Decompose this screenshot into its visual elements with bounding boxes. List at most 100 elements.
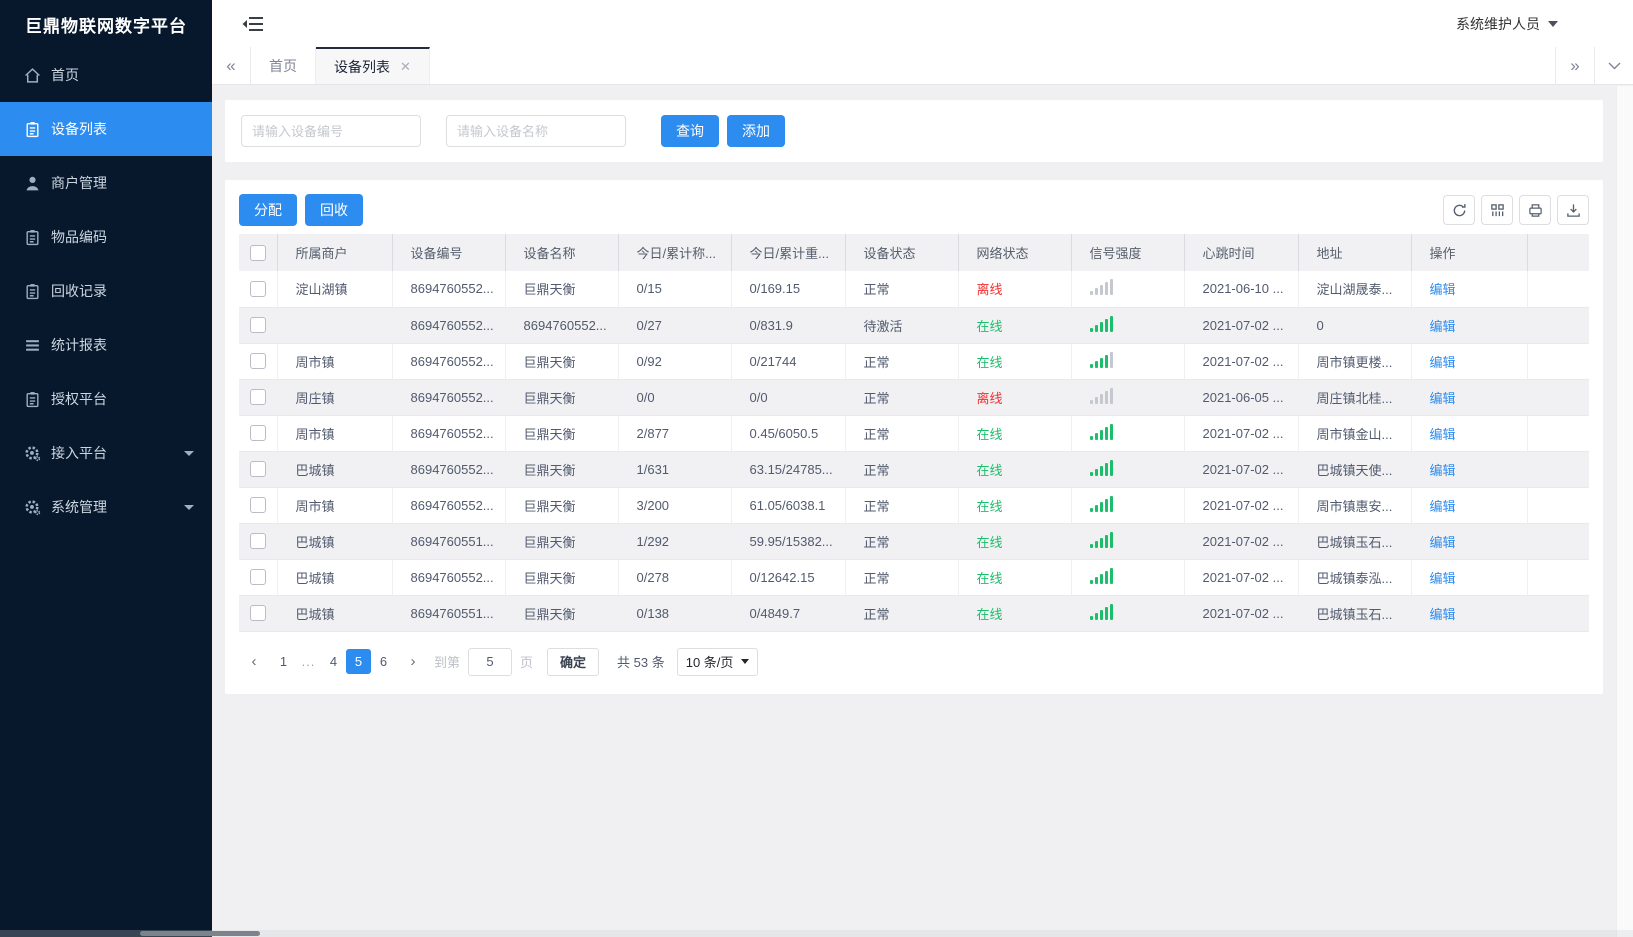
cell-device-number: 8694760552... [392, 559, 506, 596]
edit-link[interactable]: 编辑 [1430, 463, 1456, 478]
chevron-down-icon [184, 504, 194, 510]
row-filler [1527, 379, 1589, 416]
edit-link[interactable]: 编辑 [1430, 319, 1456, 334]
table-actions-row: 分配 回收 [239, 194, 1589, 226]
edit-link[interactable]: 编辑 [1430, 535, 1456, 550]
row-checkbox[interactable] [249, 461, 266, 478]
next-page-button[interactable]: › [400, 649, 426, 675]
recycle-button[interactable]: 回收 [305, 194, 363, 226]
edit-link[interactable]: 编辑 [1430, 355, 1456, 370]
signal-strength-indicator [1089, 423, 1113, 440]
edit-link[interactable]: 编辑 [1430, 499, 1456, 514]
cell-device-status: 正常 [845, 523, 959, 560]
query-button[interactable]: 查询 [661, 115, 719, 147]
table-row: 巴城镇 8694760552... 巨鼎天衡 1/631 63.15/24785… [239, 451, 1589, 488]
signal-strength-indicator [1089, 315, 1113, 332]
select-all-checkbox[interactable] [249, 244, 266, 261]
goto-page-input[interactable] [468, 647, 513, 676]
row-checkbox[interactable] [249, 569, 266, 586]
edit-link[interactable]: 编辑 [1430, 282, 1456, 297]
prev-page-button[interactable]: ‹ [241, 649, 267, 675]
vertical-scrollbar[interactable] [1616, 86, 1633, 937]
device-name-input[interactable] [446, 115, 626, 147]
cell-today-weight: 0/12642.15 [731, 559, 846, 596]
tab-home[interactable]: 首页 [251, 47, 316, 84]
page-ellipsis[interactable]: ... [296, 649, 321, 674]
sidebar-item-home[interactable]: 首页 [0, 48, 212, 102]
edit-link[interactable]: 编辑 [1430, 427, 1456, 442]
cell-today-weight: 61.05/6038.1 [731, 487, 846, 524]
row-checkbox[interactable] [249, 317, 266, 334]
export-icon[interactable] [1557, 195, 1589, 225]
add-button[interactable]: 添加 [727, 115, 785, 147]
scrollbar-thumb[interactable] [140, 931, 260, 936]
signal-strength-indicator [1089, 351, 1113, 368]
cell-today-weight: 0.45/6050.5 [731, 415, 846, 452]
edit-link[interactable]: 编辑 [1430, 391, 1456, 406]
table-tools [1443, 195, 1589, 225]
cell-today-weight: 0/169.15 [731, 271, 846, 308]
row-checkbox[interactable] [249, 497, 266, 514]
edit-link[interactable]: 编辑 [1430, 607, 1456, 622]
tabs-menu-button[interactable] [1594, 47, 1633, 84]
cell-network-status: 在线 [958, 451, 1072, 488]
sidebar-item-access-platform[interactable]: 接入平台 [0, 426, 212, 480]
refresh-icon[interactable] [1443, 195, 1475, 225]
cell-device-name: 巨鼎天衡 [505, 271, 619, 308]
device-number-input[interactable] [241, 115, 421, 147]
row-checkbox[interactable] [249, 533, 266, 550]
page-button[interactable]: 1 [271, 649, 296, 674]
edit-link[interactable]: 编辑 [1430, 571, 1456, 586]
cell-heartbeat-time: 2021-06-10 ... [1184, 271, 1299, 308]
close-tab-icon[interactable]: ✕ [400, 59, 411, 75]
page-button[interactable]: 5 [346, 649, 371, 674]
page-button[interactable]: 6 [371, 649, 396, 674]
confirm-button[interactable]: 确定 [547, 647, 600, 676]
cell-heartbeat-time: 2021-07-02 ... [1184, 307, 1299, 344]
sidebar-item-merchants[interactable]: 商户管理 [0, 156, 212, 210]
print-icon[interactable] [1519, 195, 1551, 225]
row-checkbox[interactable] [249, 425, 266, 442]
sidebar-item-recycle-records[interactable]: 回收记录 [0, 264, 212, 318]
cell-device-number: 8694760551... [392, 595, 506, 632]
assign-button[interactable]: 分配 [239, 194, 297, 226]
columns-icon[interactable] [1481, 195, 1513, 225]
row-filler [1527, 343, 1589, 380]
cell-heartbeat-time: 2021-07-02 ... [1184, 343, 1299, 380]
row-checkbox[interactable] [249, 605, 266, 622]
sidebar-item-label: 授权平台 [51, 391, 107, 407]
cell-address: 巴城镇玉石... [1298, 595, 1412, 632]
tab-label: 首页 [269, 57, 297, 74]
tab-device-list[interactable]: 设备列表 ✕ [316, 47, 430, 84]
user-menu[interactable]: 系统维护人员 [1456, 14, 1558, 34]
horizontal-scrollbar[interactable] [0, 930, 1633, 937]
sidebar-item-device-list[interactable]: 设备列表 [0, 102, 212, 156]
sidebar-item-system-management[interactable]: 系统管理 [0, 480, 212, 534]
tabs-scroll-left-button[interactable]: « [212, 47, 251, 84]
column-header: 设备编号 [392, 234, 506, 271]
cell-address: 巴城镇泰泓... [1298, 559, 1412, 596]
column-header: 设备名称 [505, 234, 619, 271]
cell-network-status: 在线 [958, 307, 1072, 344]
search-panel: 查询 添加 [225, 100, 1603, 162]
app-logo: 巨鼎物联网数字平台 [25, 16, 187, 36]
sidebar-collapse-button[interactable] [242, 15, 264, 33]
row-checkbox[interactable] [249, 281, 266, 298]
row-checkbox[interactable] [249, 389, 266, 406]
cell-today-count: 2/877 [618, 415, 732, 452]
sidebar-item-item-codes[interactable]: 物品编码 [0, 210, 212, 264]
page-size-select[interactable]: 10 条/页 [676, 647, 759, 676]
sidebar-item-authorization[interactable]: 授权平台 [0, 372, 212, 426]
page-button[interactable]: 4 [321, 649, 346, 674]
sidebar-item-statistics[interactable]: 统计报表 [0, 318, 212, 372]
column-header: 心跳时间 [1184, 234, 1299, 271]
cell-merchant: 巴城镇 [277, 451, 393, 488]
sidebar-item-label: 首页 [51, 67, 79, 83]
cell-network-status: 在线 [958, 487, 1072, 524]
top-header: 系统维护人员 [212, 0, 1633, 47]
tabs-scroll-right-button[interactable]: » [1555, 47, 1594, 84]
cell-network-status: 在线 [958, 343, 1072, 380]
report-lines-icon [24, 337, 41, 354]
table-header-row: 所属商户 设备编号 设备名称 今日/累计称... 今日/累计重... 设备状态 网络状态 信号… [239, 234, 1589, 271]
row-checkbox[interactable] [249, 353, 266, 370]
